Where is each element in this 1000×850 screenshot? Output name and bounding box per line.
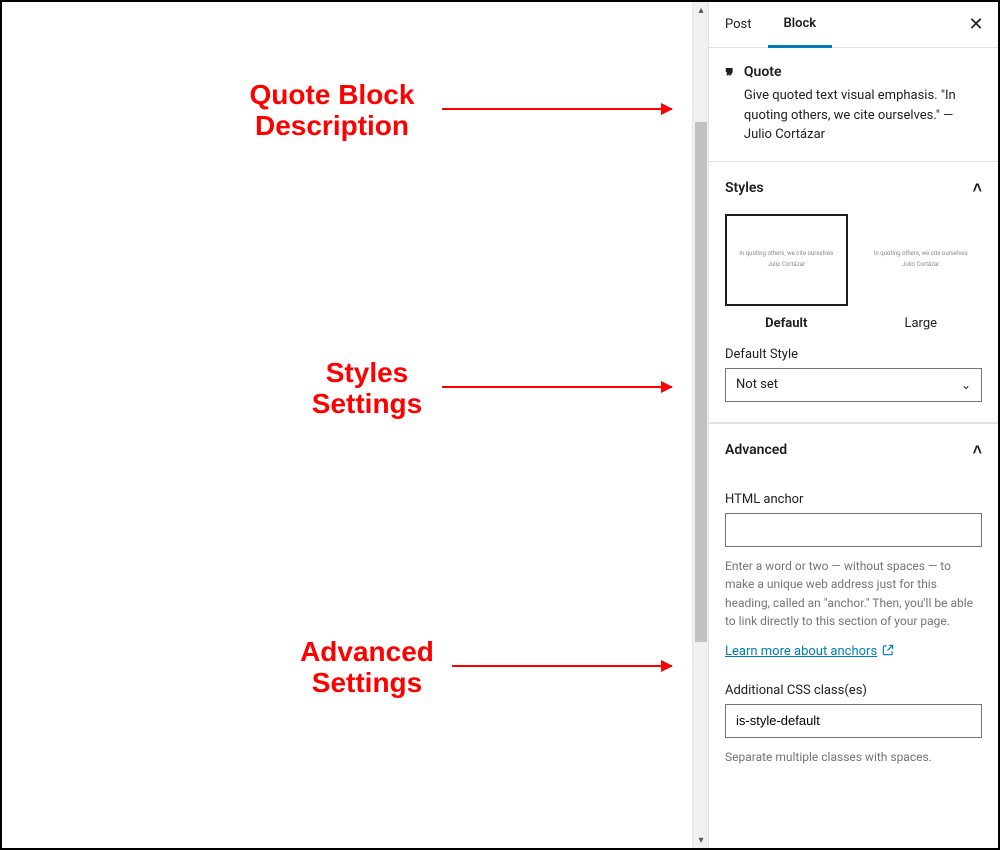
annotation-advanced: Advanced Settings: [292, 637, 442, 699]
chevron-down-icon: ⌄: [961, 378, 971, 392]
css-classes-help: Separate multiple classes with spaces.: [725, 748, 982, 767]
advanced-panel-heading: Advanced: [725, 442, 787, 458]
default-style-value: Not set: [736, 377, 778, 392]
default-style-label: Default Style: [725, 347, 982, 362]
scrollbar-down-icon[interactable]: ▾: [693, 832, 709, 848]
block-title: Quote: [744, 64, 982, 80]
style-preview-large: In quoting others, we cite ourselves Jul…: [860, 214, 983, 306]
close-sidebar-button[interactable]: ✕: [958, 7, 994, 43]
style-preview-default: In quoting others, we cite ourselves Jul…: [725, 214, 848, 306]
style-label-default: Default: [725, 306, 848, 331]
style-label-large: Large: [860, 306, 983, 331]
block-description-card: ❜❜ Quote Give quoted text visual emphasi…: [709, 48, 998, 162]
annotation-desc: Quote Block Description: [232, 80, 432, 142]
learn-more-text: Learn more about anchors: [725, 644, 877, 659]
sidebar-tabs: Post Block ✕: [709, 2, 998, 48]
external-link-icon: [881, 643, 895, 661]
scrollbar-thumb[interactable]: [695, 122, 707, 642]
tab-block[interactable]: Block: [768, 2, 833, 48]
html-anchor-input[interactable]: [725, 513, 982, 547]
editor-canvas: Quote Block Description Styles Settings …: [2, 2, 708, 848]
chevron-up-icon: ˄: [973, 178, 982, 198]
html-anchor-help: Enter a word or two — without spaces — t…: [725, 557, 982, 631]
quote-icon: ❜❜: [725, 64, 730, 145]
style-option-large[interactable]: In quoting others, we cite ourselves Jul…: [860, 214, 983, 331]
learn-more-anchors-link[interactable]: Learn more about anchors: [725, 643, 895, 661]
chevron-up-icon: ˄: [973, 440, 982, 460]
styles-panel-toggle[interactable]: Styles ˄: [709, 162, 998, 214]
scrollbar-up-icon[interactable]: ▴: [693, 2, 709, 18]
default-style-select[interactable]: Not set ⌄: [725, 368, 982, 402]
close-icon: ✕: [968, 14, 983, 35]
arrow-styles: [442, 386, 672, 388]
block-inspector-sidebar: Post Block ✕ ❜❜ Quote Give quoted text v…: [708, 2, 998, 848]
styles-panel-body: In quoting others, we cite ourselves Jul…: [709, 214, 998, 423]
block-description-text: Give quoted text visual emphasis. "In qu…: [744, 86, 982, 145]
css-classes-input[interactable]: [725, 704, 982, 738]
arrow-advanced: [452, 665, 672, 667]
advanced-panel-toggle[interactable]: Advanced ˄: [709, 423, 998, 476]
style-option-default[interactable]: In quoting others, we cite ourselves Jul…: [725, 214, 848, 331]
tab-post[interactable]: Post: [709, 2, 768, 48]
advanced-panel-body: HTML anchor Enter a word or two — withou…: [709, 476, 998, 787]
screenshot-frame: Quote Block Description Styles Settings …: [0, 0, 1000, 850]
styles-panel-heading: Styles: [725, 180, 764, 196]
annotation-styles: Styles Settings: [302, 358, 432, 420]
scrollbar-track[interactable]: ▴ ▾: [692, 2, 708, 848]
html-anchor-label: HTML anchor: [725, 492, 982, 507]
css-classes-label: Additional CSS class(es): [725, 683, 982, 698]
arrow-desc: [442, 108, 672, 110]
